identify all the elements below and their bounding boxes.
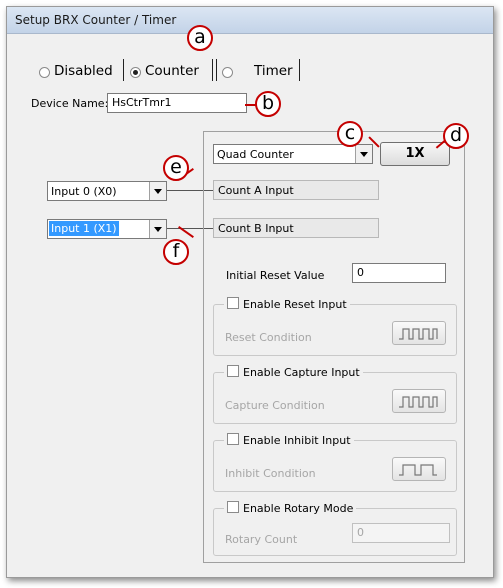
rotary-mode-group: Enable Rotary Mode Rotary Count 0 [213,501,457,556]
chevron-down-icon[interactable] [355,145,372,163]
callout-e: e [163,155,189,181]
rotary-mode-toggle[interactable]: Enable Rotary Mode [224,501,357,515]
initial-reset-label: Initial Reset Value [226,269,325,282]
callout-b: b [255,91,281,117]
capture-input-group: Enable Capture Input Capture Condition [213,365,457,424]
callout-a: a [187,25,213,51]
rotary-mode-title: Enable Rotary Mode [243,502,354,515]
callout-c: c [337,121,363,147]
counter-panel: Quad Counter 1X Count A Input Count B In… [203,131,465,563]
capture-input-title: Enable Capture Input [243,366,360,379]
checkbox-icon [227,365,239,377]
input-a-value: Input 0 (X0) [51,185,117,198]
chevron-down-icon[interactable] [149,220,166,238]
count-b-input-label: Count B Input [213,218,379,238]
callout-d: d [443,123,469,149]
reset-condition-label: Reset Condition [225,331,312,344]
title-bar: Setup BRX Counter / Timer [7,7,493,34]
device-name-input[interactable]: HsCtrTmr1 [107,93,247,113]
counter-type-value: Quad Counter [217,148,294,161]
reset-input-toggle[interactable]: Enable Reset Input [224,297,350,311]
tab-divider [212,59,213,81]
rotary-count-label: Rotary Count [225,533,298,546]
checkbox-icon [227,501,239,513]
capture-input-toggle[interactable]: Enable Capture Input [224,365,363,379]
capture-condition-label: Capture Condition [225,399,325,412]
radio-icon [39,67,50,78]
window-title: Setup BRX Counter / Timer [15,13,177,27]
reset-input-title: Enable Reset Input [243,298,347,311]
input-b-value: Input 1 (X1) [49,221,119,236]
mode-tab-counter[interactable]: Counter [127,63,211,81]
pulse-waveform-icon [399,328,438,340]
inhibit-input-toggle[interactable]: Enable Inhibit Input [224,433,354,447]
inhibit-condition-button[interactable] [392,457,446,481]
chevron-down-icon[interactable] [149,182,166,200]
inhibit-input-title: Enable Inhibit Input [243,434,351,447]
multiplier-label: 1X [405,146,425,161]
inhibit-condition-label: Inhibit Condition [225,467,316,480]
input-a-select[interactable]: Input 0 (X0) [47,181,167,201]
capture-condition-button[interactable] [392,389,446,413]
radio-selected-icon [130,67,141,78]
initial-reset-input[interactable]: 0 [352,263,446,283]
tab-label: Counter [145,63,199,79]
tab-label: Timer [254,63,293,79]
checkbox-icon [227,433,239,445]
pulse-waveform-icon [399,464,437,476]
radio-icon [222,67,233,78]
tab-divider [299,59,300,81]
pulse-waveform-icon [399,396,438,408]
tab-label: Disabled [54,63,113,79]
device-name-label: Device Name: [31,97,109,110]
checkbox-icon [227,297,239,309]
reset-input-group: Enable Reset Input Reset Condition [213,297,457,356]
rotary-count-input[interactable]: 0 [352,523,450,543]
count-a-input-label: Count A Input [213,180,379,200]
input-b-select[interactable]: Input 1 (X1) [47,219,167,239]
setup-dialog: Setup BRX Counter / Timer Disabled Count… [6,6,494,578]
callout-f: f [163,239,189,265]
inhibit-input-group: Enable Inhibit Input Inhibit Condition [213,433,457,492]
counter-type-select[interactable]: Quad Counter [213,144,373,164]
reset-condition-button[interactable] [392,321,446,345]
tab-divider [123,59,124,81]
mode-tab-timer[interactable]: Timer [219,63,299,81]
mode-tab-disabled[interactable]: Disabled [37,63,121,81]
tab-divider [216,59,217,81]
